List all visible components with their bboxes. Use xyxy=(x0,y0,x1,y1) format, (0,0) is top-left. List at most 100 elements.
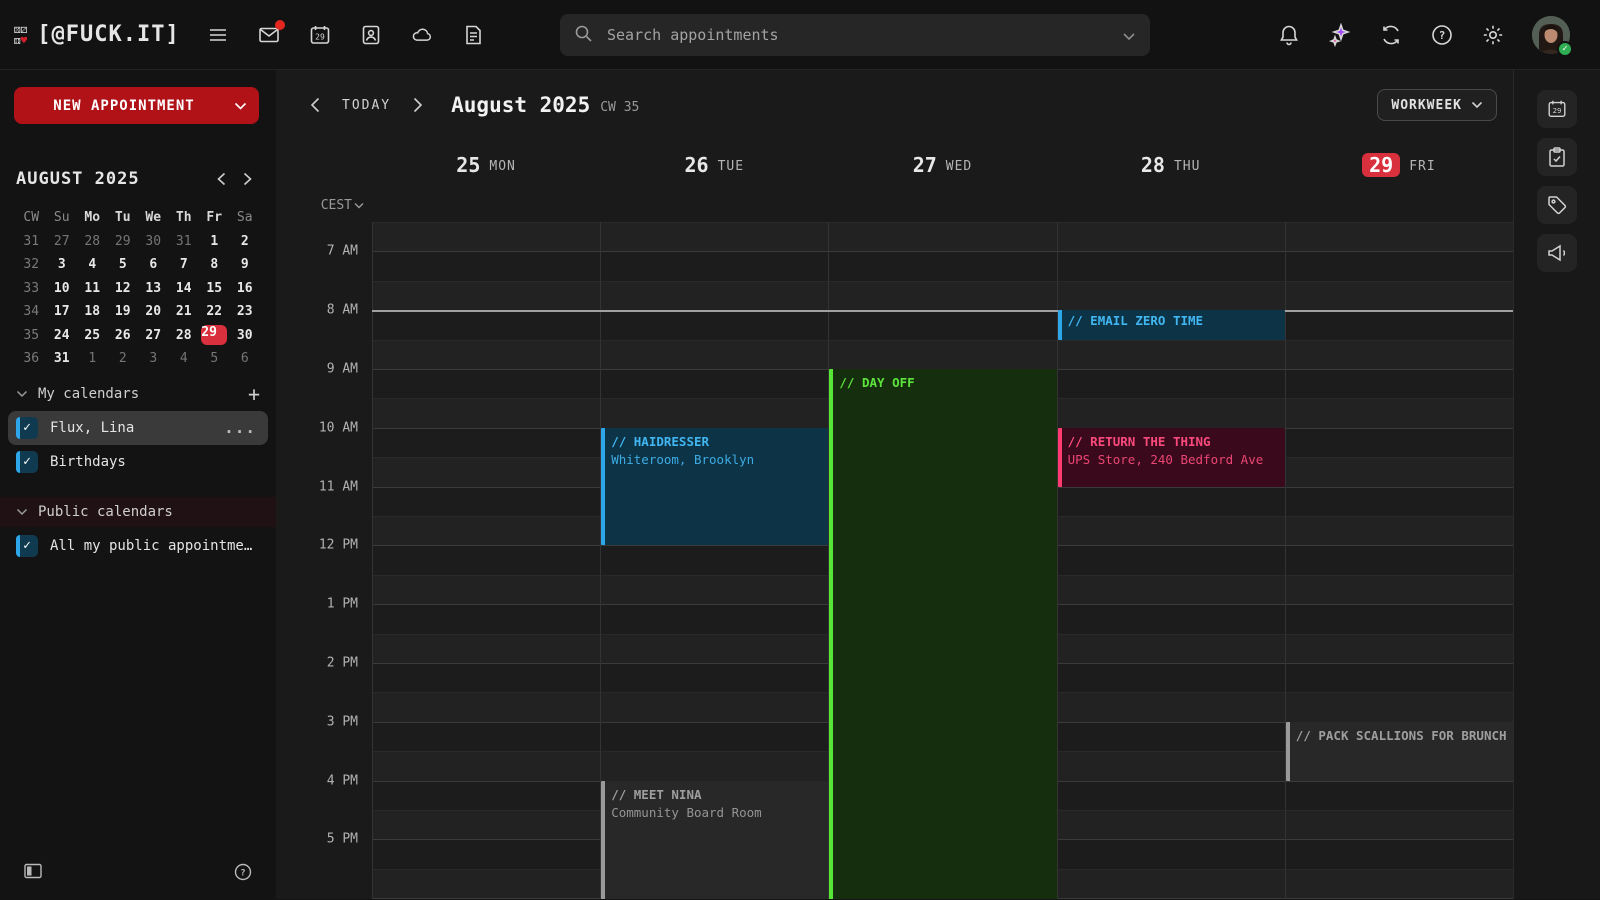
mini-calendar-day-number[interactable]: 2 xyxy=(119,351,127,366)
mini-calendar-day-number[interactable]: 16 xyxy=(237,281,253,296)
mini-calendar-day[interactable]: 29 xyxy=(199,324,230,348)
today-button[interactable]: TODAY xyxy=(342,98,391,113)
mini-calendar-day[interactable]: 14 xyxy=(169,277,200,301)
mini-calendar-day-number[interactable]: 8 xyxy=(210,257,218,272)
mini-calendar-day-number[interactable]: 2 xyxy=(241,234,249,249)
mini-calendar-day[interactable]: 1 xyxy=(199,230,230,254)
mini-calendar-day-number[interactable]: 3 xyxy=(58,257,66,272)
mini-calendar-day[interactable]: 4 xyxy=(77,253,108,277)
mini-calendar-day-number[interactable]: 10 xyxy=(54,281,70,296)
calendar-list-item[interactable]: ✓Flux, Lina... xyxy=(8,411,268,445)
rail-tags-icon[interactable] xyxy=(1537,186,1577,224)
calendar-event[interactable]: // PACK SCALLIONS FOR BRUNCH xyxy=(1286,722,1513,781)
mini-calendar-day-number[interactable]: 6 xyxy=(149,257,157,272)
mini-calendar-day[interactable]: 22 xyxy=(199,300,230,324)
mini-calendar-day-number[interactable]: 26 xyxy=(115,328,131,343)
rail-tasks-icon[interactable] xyxy=(1537,138,1577,176)
mini-calendar-day[interactable]: 12 xyxy=(108,277,139,301)
rail-announcements-icon[interactable] xyxy=(1537,234,1577,272)
day-header[interactable]: 28THU xyxy=(1057,140,1285,190)
calendar-options-button[interactable]: ... xyxy=(224,418,260,437)
notifications-bell-icon[interactable] xyxy=(1277,23,1301,47)
mini-calendar-day-number[interactable]: 27 xyxy=(145,328,161,343)
calendar-event[interactable]: // HAIDRESSERWhiteroom, Brooklyn xyxy=(601,428,828,546)
mini-calendar-day[interactable]: 29 xyxy=(108,230,139,254)
mini-calendar-day[interactable]: 24 xyxy=(47,324,78,348)
sync-icon[interactable] xyxy=(1379,23,1403,47)
mini-calendar-day-number[interactable]: 17 xyxy=(54,304,70,319)
day-header[interactable]: 25MON xyxy=(372,140,600,190)
prev-week-button[interactable] xyxy=(300,90,330,120)
day-header[interactable]: 27WED xyxy=(828,140,1056,190)
mini-calendar-day-number[interactable]: 11 xyxy=(84,281,100,296)
mini-calendar-day[interactable]: 28 xyxy=(169,324,200,348)
mini-calendar-day[interactable]: 28 xyxy=(77,230,108,254)
mini-calendar-day-number[interactable]: 7 xyxy=(180,257,188,272)
mini-calendar-day-number[interactable]: 6 xyxy=(241,351,249,366)
mini-calendar-day-number[interactable]: 25 xyxy=(84,328,100,343)
mini-calendar-day-number[interactable]: 4 xyxy=(88,257,96,272)
next-week-button[interactable] xyxy=(403,90,433,120)
mini-calendar-day-number[interactable]: 9 xyxy=(241,257,249,272)
mini-calendar-day-number[interactable]: 23 xyxy=(237,304,253,319)
day-header[interactable]: 26TUE xyxy=(600,140,828,190)
calendar-list-item[interactable]: ✓Birthdays xyxy=(8,445,268,479)
mini-calendar-day-number[interactable]: 24 xyxy=(54,328,70,343)
mini-calendar-day[interactable]: 30 xyxy=(230,324,261,348)
mini-calendar-day[interactable]: 2 xyxy=(230,230,261,254)
calendar-list-item[interactable]: ✓All my public appointme… xyxy=(8,529,268,563)
mini-calendar-day[interactable]: 5 xyxy=(199,347,230,371)
mini-calendar-day-number[interactable]: 13 xyxy=(145,281,161,296)
day-header[interactable]: 29FRI xyxy=(1285,140,1513,190)
mini-calendar-day[interactable]: 17 xyxy=(47,300,78,324)
collapse-sidebar-icon[interactable] xyxy=(24,863,42,885)
mini-calendar-day[interactable]: 13 xyxy=(138,277,169,301)
mini-calendar-day-number[interactable]: 31 xyxy=(54,351,70,366)
calendar-event[interactable]: // EMAIL ZERO TIME xyxy=(1058,310,1285,339)
mini-calendar-day[interactable]: 30 xyxy=(138,230,169,254)
mini-calendar-day[interactable]: 3 xyxy=(138,347,169,371)
mini-calendar-day[interactable]: 8 xyxy=(199,253,230,277)
mini-calendar-day[interactable]: 23 xyxy=(230,300,261,324)
settings-gear-icon[interactable] xyxy=(1481,23,1505,47)
mini-calendar-selected-day[interactable]: 29 xyxy=(201,325,227,345)
help-icon[interactable]: ? xyxy=(1430,23,1454,47)
mini-calendar-day-number[interactable]: 29 xyxy=(115,234,131,249)
mini-calendar-day[interactable]: 20 xyxy=(138,300,169,324)
mini-calendar-day-number[interactable]: 22 xyxy=(206,304,222,319)
mini-calendar-day-number[interactable]: 1 xyxy=(210,234,218,249)
calendar-checkbox[interactable]: ✓ xyxy=(16,417,38,439)
my-calendars-section-header[interactable]: My calendars + xyxy=(0,379,276,409)
mini-calendar-day[interactable]: 5 xyxy=(108,253,139,277)
mini-calendar-day[interactable]: 9 xyxy=(230,253,261,277)
mini-calendar-day[interactable]: 19 xyxy=(108,300,139,324)
mini-calendar-day-number[interactable]: 30 xyxy=(237,328,253,343)
mini-calendar-day[interactable]: 7 xyxy=(169,253,200,277)
mini-calendar-day-number[interactable]: 18 xyxy=(84,304,100,319)
mini-calendar-day[interactable]: 2 xyxy=(108,347,139,371)
mini-calendar-day[interactable]: 6 xyxy=(230,347,261,371)
mini-calendar-day-number[interactable]: 21 xyxy=(176,304,192,319)
mini-calendar-day[interactable]: 6 xyxy=(138,253,169,277)
notes-file-icon[interactable] xyxy=(461,23,485,47)
calendar-event[interactable]: // MEET NINACommunity Board Room xyxy=(601,781,828,899)
mini-calendar-day[interactable]: 15 xyxy=(199,277,230,301)
mini-calendar-day[interactable]: 31 xyxy=(169,230,200,254)
mini-calendar-day-number[interactable]: 1 xyxy=(88,351,96,366)
mini-calendar-day-number[interactable]: 15 xyxy=(206,281,222,296)
calendar-checkbox[interactable]: ✓ xyxy=(16,451,38,473)
mini-calendar-day-number[interactable]: 28 xyxy=(84,234,100,249)
mini-calendar-day[interactable]: 3 xyxy=(47,253,78,277)
cloud-icon[interactable] xyxy=(410,23,434,47)
contacts-icon[interactable] xyxy=(359,23,383,47)
mini-calendar-day[interactable]: 27 xyxy=(47,230,78,254)
mini-calendar-day-number[interactable]: 30 xyxy=(145,234,161,249)
mini-calendar-day-number[interactable]: 31 xyxy=(176,234,192,249)
search-bar[interactable] xyxy=(560,14,1150,56)
mini-calendar-day-number[interactable]: 4 xyxy=(180,351,188,366)
public-calendars-section-header[interactable]: Public calendars xyxy=(0,497,276,527)
mail-icon[interactable] xyxy=(257,23,281,47)
mini-calendar-day[interactable]: 4 xyxy=(169,347,200,371)
new-appointment-button[interactable]: NEW APPOINTMENT xyxy=(14,87,259,124)
user-avatar[interactable]: ✓ xyxy=(1532,16,1570,54)
